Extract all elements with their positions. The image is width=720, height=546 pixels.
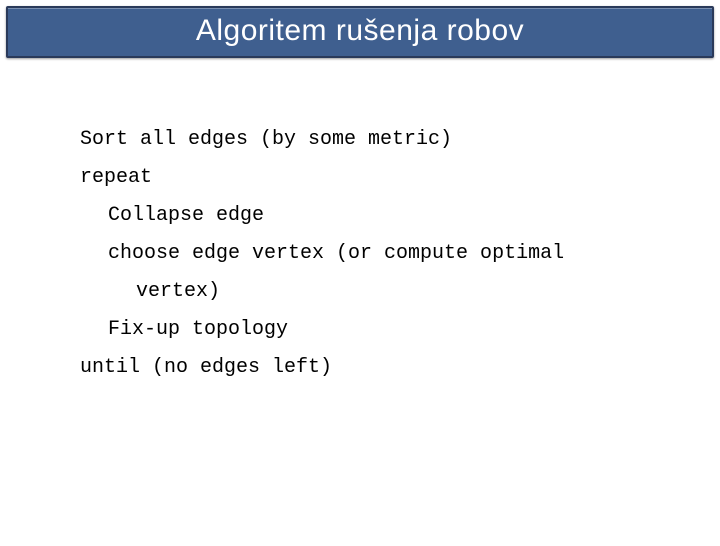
code-line: Fix-up topology — [80, 318, 640, 342]
code-line: vertex) — [80, 280, 640, 304]
code-line: until (no edges left) — [80, 356, 640, 380]
code-line: repeat — [80, 166, 640, 190]
slide-title: Algoritem rušenja robov — [8, 14, 712, 48]
code-line: Sort all edges (by some metric) — [80, 128, 640, 152]
slide-title-bar: Algoritem rušenja robov — [6, 6, 714, 58]
slide-body: Sort all edges (by some metric) repeat C… — [0, 58, 720, 380]
code-line: choose edge vertex (or compute optimal — [80, 242, 640, 266]
code-line: Collapse edge — [80, 204, 640, 228]
